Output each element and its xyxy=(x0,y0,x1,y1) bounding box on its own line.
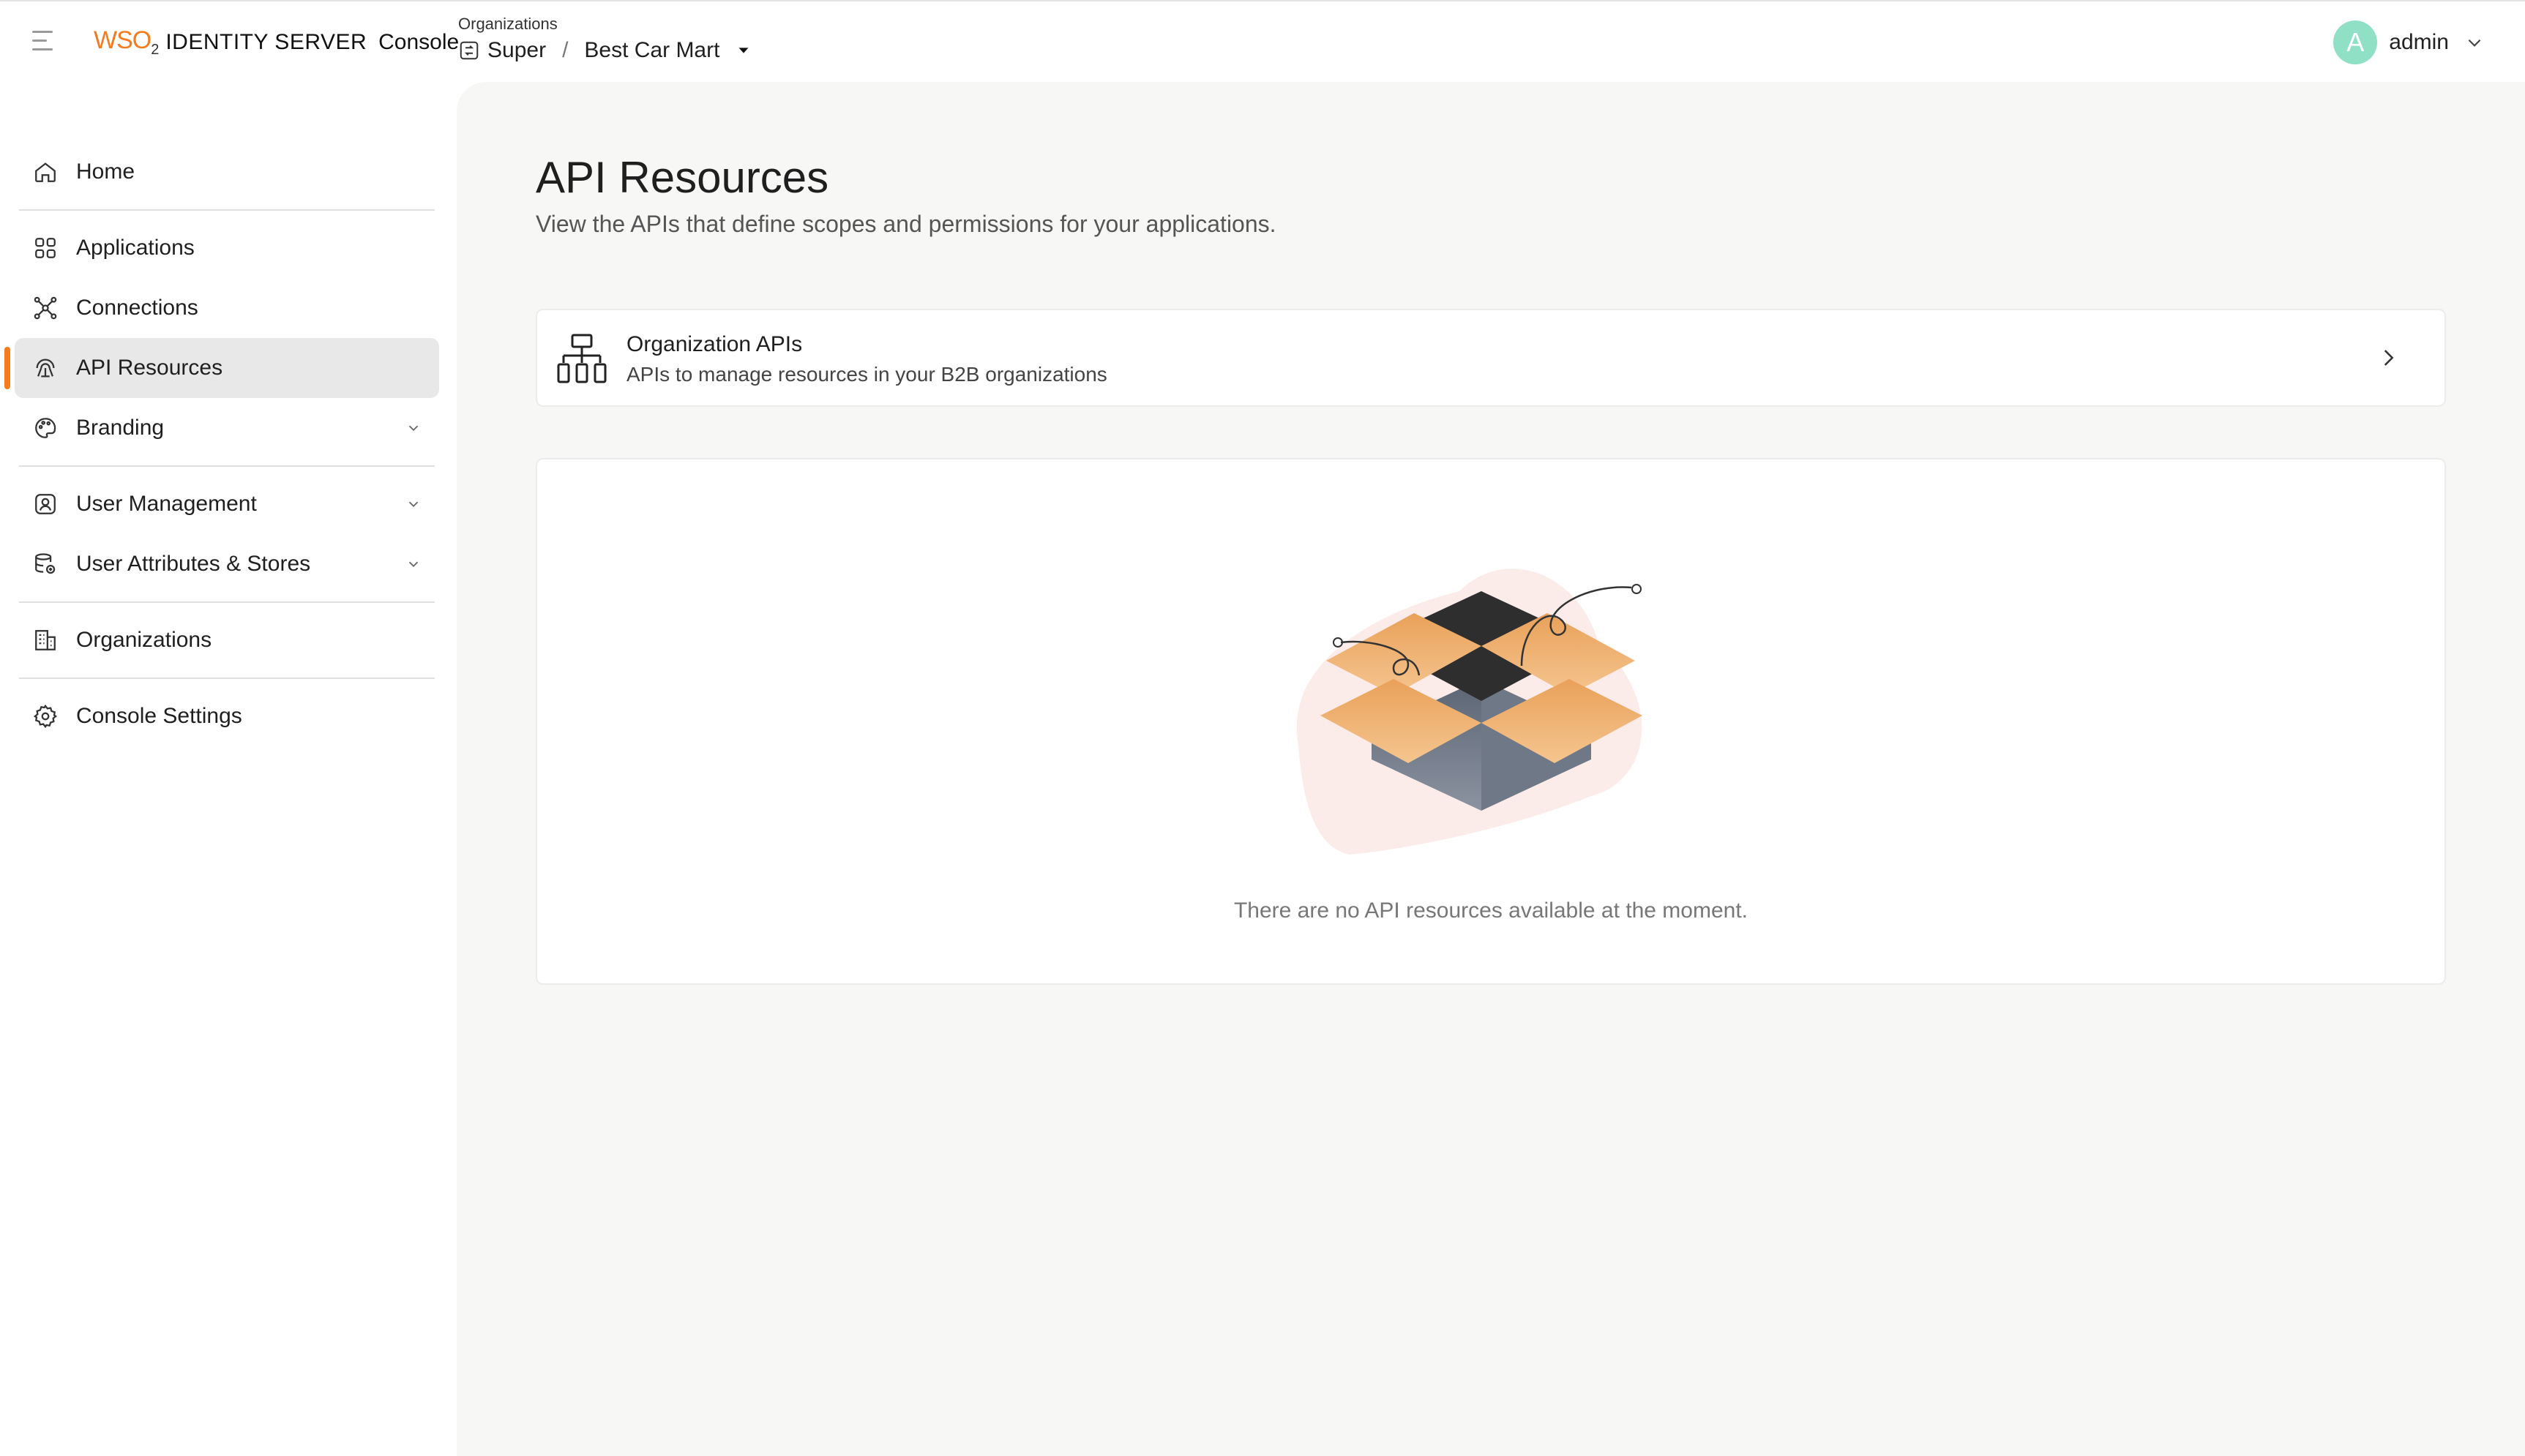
organization-hierarchy-icon xyxy=(556,332,607,390)
organization-apis-subtitle: APIs to manage resources in your B2B org… xyxy=(626,363,1107,386)
sidebar-item-label: Home xyxy=(76,160,135,184)
sidebar-divider xyxy=(19,601,435,603)
building-icon xyxy=(32,627,59,653)
top-bar: WSO2 IDENTITY SERVER Console Organizatio… xyxy=(0,0,2525,82)
sidebar-item-user-management[interactable]: User Management xyxy=(15,474,439,534)
api-icon xyxy=(32,355,59,381)
organization-switcher[interactable]: Organizations Super / Best Car Mart xyxy=(458,15,759,63)
sidebar-item-user-attributes-stores[interactable]: User Attributes & Stores xyxy=(15,534,439,594)
empty-state-message: There are no API resources available at … xyxy=(1233,898,1748,923)
sidebar-item-label: Branding xyxy=(76,416,165,440)
sidebar-item-label: Applications xyxy=(76,236,195,260)
sidebar-nav: Home Applications Connections API Resour… xyxy=(4,142,439,746)
chevron-down-icon xyxy=(2468,39,2481,47)
empty-state-panel: There are no API resources available at … xyxy=(536,458,2446,985)
sidebar-item-label: User Attributes & Stores xyxy=(76,552,311,576)
sidebar-divider xyxy=(19,209,435,211)
empty-box-illustration xyxy=(1296,568,1642,855)
logo-product-name: IDENTITY SERVER xyxy=(165,29,367,54)
sidebar-item-label: Console Settings xyxy=(76,704,242,728)
connections-icon xyxy=(32,295,59,321)
page-title: API Resources xyxy=(536,153,829,202)
sidebar-item-label: API Resources xyxy=(76,356,223,380)
avatar: A xyxy=(2333,20,2378,64)
chevron-right-icon xyxy=(2384,350,2394,366)
palette-icon xyxy=(32,415,59,441)
sidebar-item-organizations[interactable]: Organizations xyxy=(15,610,439,670)
organization-apis-card[interactable]: Organization APIs APIs to manage resourc… xyxy=(536,309,2446,407)
page-description: View the APIs that define scopes and per… xyxy=(536,211,1276,237)
sidebar-item-branding[interactable]: Branding xyxy=(15,398,439,458)
gear-icon xyxy=(32,703,59,729)
username: admin xyxy=(2389,30,2449,54)
sidebar-item-label: Connections xyxy=(76,296,198,320)
database-icon xyxy=(32,551,59,577)
organization-root[interactable]: Super xyxy=(487,38,546,63)
sidebar-item-connections[interactable]: Connections xyxy=(15,278,439,338)
chevron-down-icon[interactable] xyxy=(736,42,752,59)
chevron-down-icon xyxy=(408,561,419,568)
user-icon xyxy=(32,491,59,517)
breadcrumb-separator: / xyxy=(562,38,569,62)
organization-apis-title: Organization APIs xyxy=(626,332,803,356)
main-content: API Resources View the APIs that define … xyxy=(457,82,2525,1456)
home-icon xyxy=(32,159,59,185)
sidebar-item-console-settings[interactable]: Console Settings xyxy=(15,686,439,746)
sidebar-divider xyxy=(19,465,435,467)
chevron-down-icon xyxy=(408,425,419,432)
product-logo[interactable]: WSO2 IDENTITY SERVER Console xyxy=(94,26,459,59)
wso2-logo: WSO2 xyxy=(94,26,159,58)
sidebar-divider xyxy=(19,678,435,679)
organization-current[interactable]: Best Car Mart xyxy=(584,38,719,63)
sidebar-item-home[interactable]: Home xyxy=(15,142,439,202)
sidebar-item-applications[interactable]: Applications xyxy=(15,218,439,278)
sidebar: Home Applications Connections API Resour… xyxy=(0,82,457,1456)
organization-switcher-label: Organizations xyxy=(458,15,558,33)
user-menu[interactable]: A admin xyxy=(2333,20,2484,64)
organization-breadcrumb: Super / Best Car Mart xyxy=(458,38,759,63)
logo-console-label: Console xyxy=(378,29,460,54)
sidebar-item-label: Organizations xyxy=(76,628,212,652)
sidebar-item-label: User Management xyxy=(76,492,257,516)
chevron-down-icon xyxy=(408,501,419,508)
organization-switch-icon xyxy=(460,41,479,60)
grid-icon xyxy=(32,235,59,261)
menu-toggle-icon[interactable] xyxy=(32,31,59,53)
sidebar-item-api-resources[interactable]: API Resources xyxy=(4,338,439,398)
